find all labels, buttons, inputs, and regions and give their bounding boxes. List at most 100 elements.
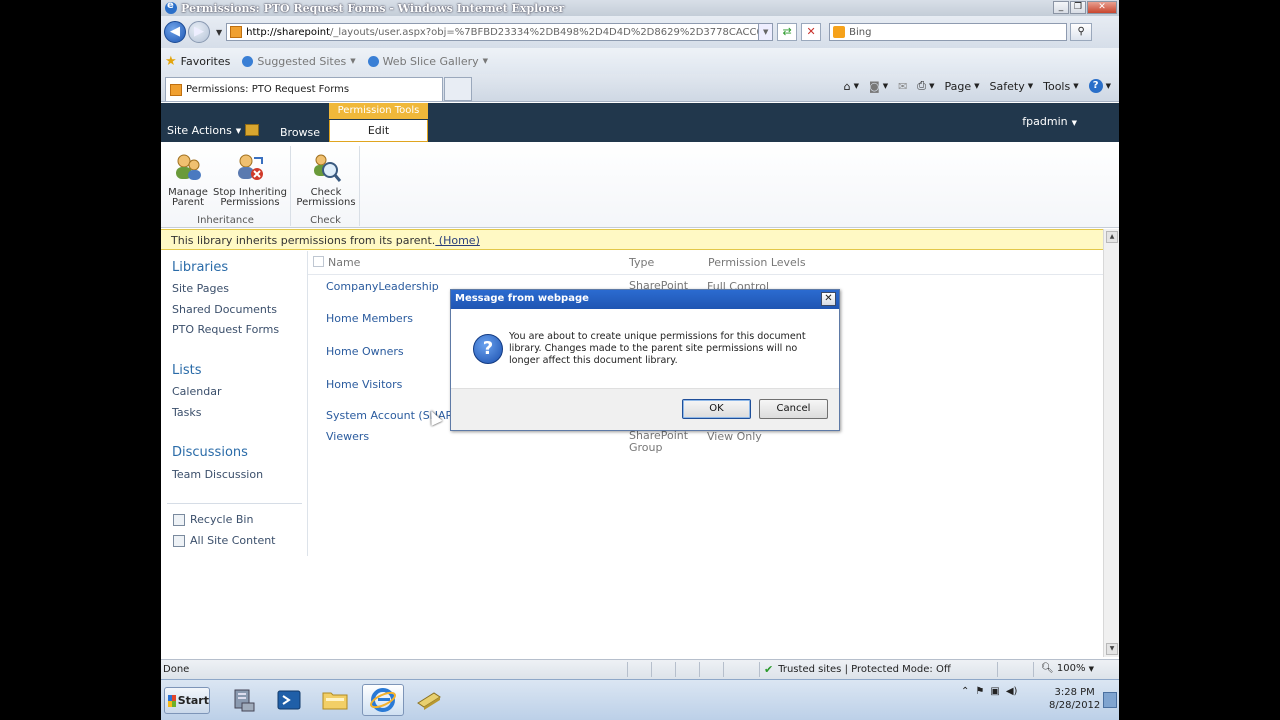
history-dropdown-icon[interactable]: ▼ [216, 28, 222, 37]
server-manager-icon[interactable] [225, 684, 261, 716]
ie-logo-icon [165, 0, 177, 14]
network-icon[interactable]: ▣ [990, 686, 999, 697]
stop-inheriting-button[interactable]: Stop Inheriting Permissions [211, 152, 289, 208]
page-menu[interactable]: Page ▼ [945, 80, 980, 93]
tab-permissions[interactable]: Permissions: PTO Request Forms [165, 77, 443, 101]
volume-icon[interactable]: ◀) [1006, 686, 1018, 697]
manage-parent-line2: Parent [171, 197, 204, 208]
libraries-heading[interactable]: Libraries [172, 260, 228, 275]
web-slice-gallery-link[interactable]: Web Slice Gallery ▼ [367, 54, 488, 68]
cancel-button[interactable]: Cancel [759, 399, 828, 419]
site-actions-menu[interactable]: Site Actions ▼ [167, 124, 241, 137]
ie-page-icon [367, 55, 379, 67]
column-name[interactable]: Name [328, 256, 360, 269]
new-tab-button[interactable] [444, 77, 472, 101]
list-header: Name Type Permission Levels [308, 251, 1103, 275]
close-button[interactable]: ✕ [1087, 1, 1117, 14]
stop-button[interactable]: ✕ [801, 23, 822, 41]
dialog-close-button[interactable]: ✕ [821, 292, 836, 306]
row-name-link[interactable]: Home Owners [326, 345, 404, 358]
nav-team-discussion[interactable]: Team Discussion [172, 468, 263, 481]
zoom-control[interactable]: 🔍︎ 100% ▼ [1041, 663, 1094, 674]
minimize-button[interactable]: _ [1053, 1, 1069, 14]
dialog-title: Message from webpage [451, 290, 839, 309]
nav-shared-documents[interactable]: Shared Documents [172, 303, 277, 316]
title-bar: Permissions: PTO Request Forms - Windows… [161, 0, 1119, 16]
ie-page-icon [242, 55, 254, 67]
column-type[interactable]: Type [629, 256, 654, 269]
print-button[interactable]: ⎙ ▼ [917, 79, 934, 93]
status-divider [1033, 662, 1034, 677]
page-menu-label: Page [944, 79, 972, 93]
navigate-up-icon[interactable] [245, 124, 259, 136]
address-dropdown-icon[interactable]: ▼ [758, 24, 773, 40]
favorites-button[interactable]: ★ Favorites [165, 54, 230, 69]
safety-menu[interactable]: Safety ▼ [990, 80, 1034, 93]
address-input[interactable]: http://sharepoint/_layouts/user.aspx?obj… [226, 23, 774, 41]
dialog-footer: OK Cancel [451, 388, 839, 430]
nav-all-site-content[interactable]: All Site Content [173, 534, 276, 547]
manage-parent-button[interactable]: Manage Parent [167, 152, 209, 208]
site-favicon-icon [230, 26, 243, 38]
powershell-icon[interactable] [271, 684, 307, 716]
row-name-link[interactable]: Home Members [326, 312, 413, 325]
mail-button[interactable]: ✉ [898, 80, 907, 93]
suggested-sites-link[interactable]: Suggested Sites ▼ [242, 54, 356, 68]
nav-recycle-bin[interactable]: Recycle Bin [173, 513, 253, 526]
status-divider [723, 662, 724, 677]
feeds-button[interactable]: ◙ ▼ [869, 80, 888, 93]
forward-button[interactable]: ▶ [188, 21, 210, 43]
nav-pto-request-forms[interactable]: PTO Request Forms [172, 323, 279, 336]
check-group-label: Check [310, 215, 341, 226]
column-permission-levels[interactable]: Permission Levels [708, 256, 806, 269]
action-center-flag-icon[interactable]: ⚑ [975, 686, 984, 697]
show-hidden-icons-icon[interactable]: ⌃ [961, 686, 969, 697]
scroll-up-icon[interactable]: ▲ [1106, 231, 1118, 243]
show-desktop-button[interactable] [1103, 692, 1117, 708]
refresh-button[interactable]: ⇄ [777, 23, 798, 41]
sharepoint-ribbon-header: Permission Tools Site Actions ▼ Browse Ed… [161, 103, 1119, 142]
status-divider [675, 662, 676, 677]
scroll-down-icon[interactable]: ▼ [1106, 643, 1118, 655]
tools-menu[interactable]: Tools ▼ [1043, 80, 1079, 93]
tab-browse[interactable]: Browse [280, 126, 320, 139]
sharepoint-designer-icon[interactable] [411, 684, 447, 716]
system-tray: ⌃ ⚑ ▣ ◀) [961, 686, 1017, 697]
site-actions-label: Site Actions [167, 124, 232, 137]
user-menu[interactable]: fpadmin ▼ [1022, 115, 1077, 128]
help-button[interactable]: ? ▼ [1088, 79, 1111, 93]
lists-heading[interactable]: Lists [172, 363, 202, 378]
zoom-level: 100% [1056, 663, 1086, 674]
select-all-checkbox[interactable] [313, 256, 324, 267]
maximize-button[interactable]: ❐ [1070, 1, 1086, 14]
site-favicon-icon [170, 83, 182, 96]
chevron-down-icon: ▼ [350, 57, 356, 65]
security-zone[interactable]: ✔ Trusted sites | Protected Mode: Off [764, 663, 951, 676]
search-icon[interactable]: ⚲ [1070, 23, 1093, 41]
search-input[interactable]: Bing [829, 23, 1068, 41]
suggested-sites-label: Suggested Sites [257, 54, 347, 68]
user-name: fpadmin [1022, 115, 1068, 128]
vertical-scrollbar[interactable]: ▲ ▼ [1103, 229, 1119, 657]
ok-button[interactable]: OK [682, 399, 751, 419]
row-name-link[interactable]: Viewers [326, 430, 369, 443]
row-name-link[interactable]: Home Visitors [326, 378, 402, 391]
discussions-heading[interactable]: Discussions [172, 445, 248, 460]
web-slice-gallery-label: Web Slice Gallery [382, 54, 479, 68]
explorer-folder-icon[interactable] [317, 684, 353, 716]
nav-tasks[interactable]: Tasks [172, 406, 201, 419]
nav-site-pages[interactable]: Site Pages [172, 282, 229, 295]
clock[interactable]: 3:28 PM 8/28/2012 [1049, 686, 1100, 712]
home-parent-link[interactable]: (Home) [435, 234, 480, 247]
nav-calendar[interactable]: Calendar [172, 385, 221, 398]
star-icon: ★ [165, 53, 177, 69]
row-name-link[interactable]: CompanyLeadership [326, 280, 439, 293]
tab-edit[interactable]: Edit [329, 120, 428, 142]
message-dialog: Message from webpage ✕ ? You are about t… [450, 289, 840, 431]
back-button[interactable]: ◀ [164, 21, 186, 43]
window-controls: _ ❐ ✕ [1053, 1, 1117, 14]
start-button[interactable]: Start [164, 687, 210, 714]
home-button[interactable]: ⌂ ▼ [844, 80, 859, 93]
internet-explorer-icon[interactable] [362, 684, 404, 716]
check-permissions-button[interactable]: Check Permissions [294, 152, 358, 208]
